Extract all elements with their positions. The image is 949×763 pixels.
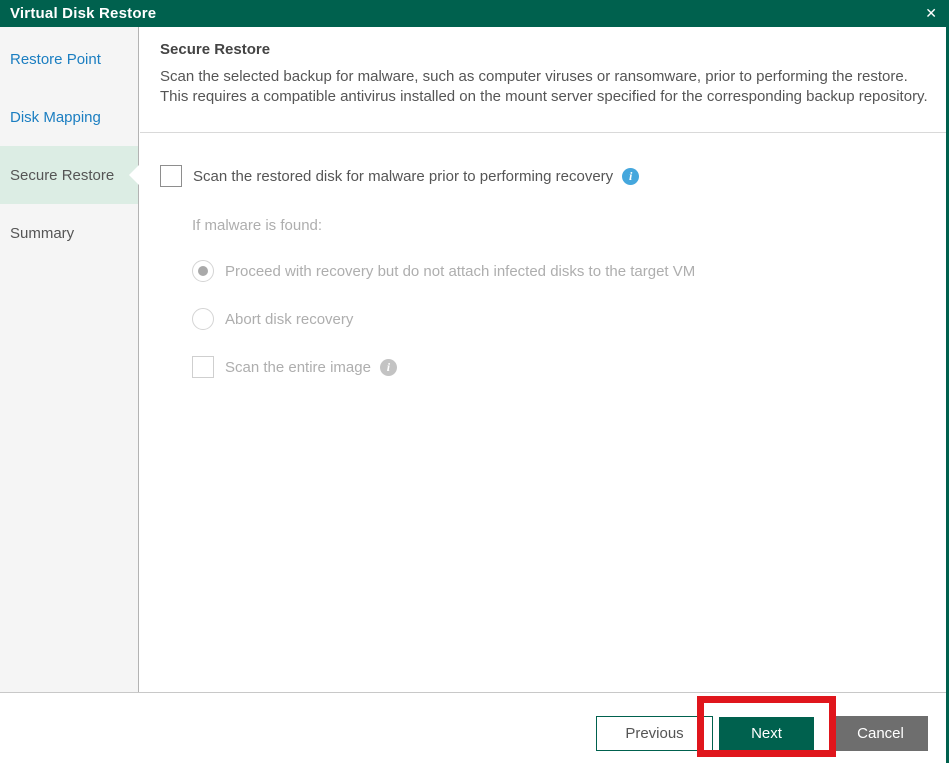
proceed-radio [192, 260, 214, 282]
abort-radio-label: Abort disk recovery [225, 310, 354, 328]
step-label: Summary [10, 224, 75, 242]
window-title: Virtual Disk Restore [10, 5, 157, 22]
entire-image-checkbox [192, 356, 214, 378]
wizard-steps-sidebar: Restore Point Disk Mapping Secure Restor… [0, 27, 139, 692]
titlebar: Virtual Disk Restore ✕ [0, 0, 949, 27]
proceed-radio-label: Proceed with recovery but do not attach … [225, 262, 696, 280]
previous-button[interactable]: Previous [596, 716, 713, 751]
scan-malware-label: Scan the restored disk for malware prior… [193, 167, 614, 185]
scan-malware-row: Scan the restored disk for malware prior… [160, 165, 946, 187]
malware-options-group: If malware is found: Proceed with recove… [192, 217, 946, 378]
sidebar-item-disk-mapping[interactable]: Disk Mapping [0, 88, 138, 146]
abort-radio-row: Abort disk recovery [192, 308, 946, 330]
sidebar-item-restore-point[interactable]: Restore Point [0, 30, 138, 88]
step-label: Disk Mapping [10, 108, 101, 126]
abort-radio [192, 308, 214, 330]
scan-malware-checkbox[interactable] [160, 165, 182, 187]
step-label: Restore Point [10, 50, 101, 68]
entire-image-label: Scan the entire image [225, 358, 371, 376]
entire-image-row: Scan the entire image i [192, 356, 946, 378]
info-icon[interactable]: i [622, 167, 640, 185]
cancel-button-label: Cancel [857, 725, 904, 742]
previous-button-label: Previous [625, 725, 684, 742]
step-content: Scan the restored disk for malware prior… [140, 133, 946, 692]
close-icon[interactable]: ✕ [925, 0, 937, 27]
step-description: Scan the selected backup for malware, su… [160, 68, 928, 105]
info-icon: i [379, 358, 397, 376]
sidebar-item-secure-restore[interactable]: Secure Restore [0, 146, 138, 204]
step-header: Secure Restore Scan the selected backup … [140, 27, 946, 133]
page-title: Secure Restore [160, 41, 271, 58]
if-malware-found-label: If malware is found: [192, 217, 323, 234]
virtual-disk-restore-dialog: Virtual Disk Restore ✕ Restore Point Dis… [0, 0, 949, 763]
proceed-radio-row: Proceed with recovery but do not attach … [192, 260, 946, 282]
step-label: Secure Restore [10, 166, 115, 184]
sidebar-item-summary: Summary [0, 204, 138, 262]
next-button[interactable]: Next [719, 717, 814, 750]
wizard-footer: Previous Next Cancel [0, 692, 949, 763]
cancel-button[interactable]: Cancel [833, 716, 928, 751]
next-button-label: Next [751, 725, 782, 742]
